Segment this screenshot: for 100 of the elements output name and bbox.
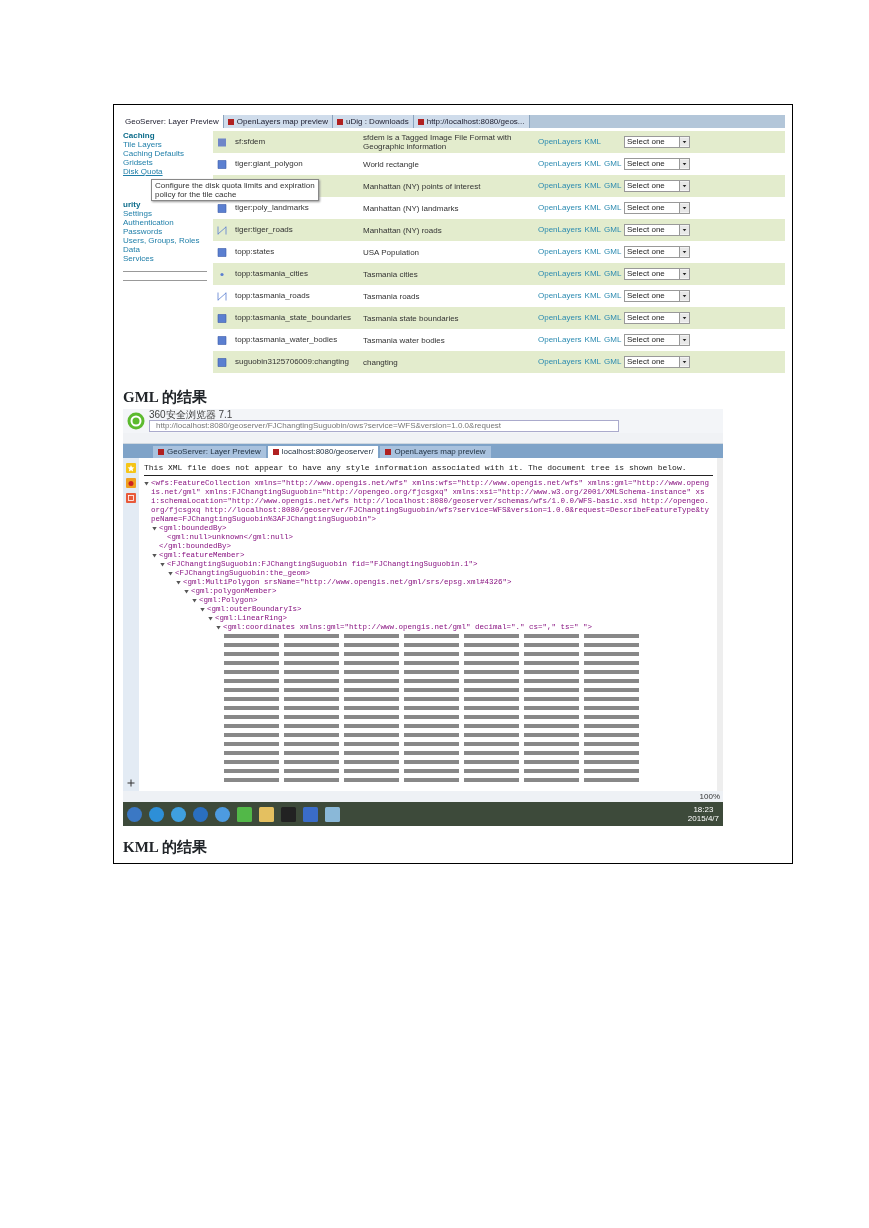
- format-dropdown[interactable]: Select one: [624, 246, 690, 258]
- layer-name: tiger:poly_landmarks: [235, 202, 310, 214]
- preview-link[interactable]: OpenLayers: [538, 136, 582, 148]
- sidebar-link[interactable]: Caching Defaults: [123, 149, 213, 158]
- preview-link[interactable]: OpenLayers: [538, 224, 582, 236]
- layer-name: tiger:tiger_roads: [235, 224, 294, 236]
- layer-name: tiger:giant_polygon: [235, 158, 304, 170]
- dropdown-caret-icon: [679, 357, 689, 367]
- expand-toggle-icon[interactable]: [208, 616, 213, 621]
- preview-link[interactable]: GML: [604, 334, 622, 346]
- preview-link[interactable]: OpenLayers: [538, 246, 582, 258]
- preview-link[interactable]: KML: [584, 202, 602, 214]
- format-dropdown[interactable]: Select one: [624, 334, 690, 346]
- browser-tab[interactable]: http://localhost:8080/geos...: [413, 115, 530, 128]
- expand-toggle-icon[interactable]: [144, 481, 149, 486]
- preview-link[interactable]: KML: [584, 246, 602, 258]
- gift-icon: [126, 493, 136, 503]
- sidebar-link[interactable]: Passwords: [123, 227, 213, 236]
- preview-link[interactable]: KML: [584, 290, 602, 302]
- layer-title: Manhattan (NY) landmarks: [363, 203, 460, 213]
- app-icon[interactable]: [237, 806, 252, 822]
- line-layer-icon: [217, 225, 227, 235]
- preview-link[interactable]: OpenLayers: [538, 202, 582, 214]
- expand-toggle-icon[interactable]: [168, 571, 173, 576]
- preview-link[interactable]: KML: [584, 180, 602, 192]
- start-orb-icon[interactable]: [127, 806, 142, 822]
- sidebar-link[interactable]: Users, Groups, Roles: [123, 236, 213, 245]
- sidebar-link[interactable]: Tile Layers: [123, 140, 213, 149]
- preview-link[interactable]: OpenLayers: [538, 158, 582, 170]
- preview-link[interactable]: KML: [584, 224, 602, 236]
- sidebar-link[interactable]: Disk Quota: [123, 167, 213, 176]
- browser-tab[interactable]: uDig : Downloads: [333, 115, 414, 128]
- line-layer-icon: [217, 291, 227, 301]
- sidebar-link[interactable]: Services: [123, 254, 213, 263]
- zoom-level: 100%: [699, 790, 720, 803]
- preview-link[interactable]: GML: [604, 158, 622, 170]
- preview-link[interactable]: KML: [584, 334, 602, 346]
- expand-toggle-icon[interactable]: [160, 562, 165, 567]
- expand-toggle-icon[interactable]: [192, 598, 197, 603]
- expand-toggle-icon[interactable]: [152, 553, 157, 558]
- clock-date: 2015/4/7: [687, 814, 719, 823]
- dropdown-caret-icon: [679, 313, 689, 323]
- window-title: 360安全浏览器 7.1: [149, 409, 234, 420]
- preview-link[interactable]: KML: [584, 356, 602, 368]
- expand-toggle-icon[interactable]: [184, 589, 189, 594]
- format-dropdown[interactable]: Select one: [624, 290, 690, 302]
- dropdown-caret-icon: [679, 159, 689, 169]
- dropdown-caret-icon: [679, 291, 689, 301]
- app-icon[interactable]: [171, 806, 186, 822]
- layer-title: World rectangle: [363, 159, 420, 169]
- preview-link[interactable]: GML: [604, 290, 622, 302]
- caption: KML 的结果: [123, 838, 208, 856]
- sidebar-link[interactable]: Data: [123, 245, 213, 254]
- browser-tab[interactable]: OpenLayers map preview: [380, 446, 491, 458]
- expand-toggle-icon[interactable]: [200, 607, 205, 612]
- format-dropdown[interactable]: Select one: [624, 136, 690, 148]
- preview-link[interactable]: OpenLayers: [538, 334, 582, 346]
- scrollbar[interactable]: [717, 458, 723, 791]
- sidebar-link[interactable]: Authentication: [123, 218, 213, 227]
- app-icon[interactable]: [149, 806, 164, 822]
- expand-toggle-icon[interactable]: [176, 580, 181, 585]
- preview-link[interactable]: KML: [584, 268, 602, 280]
- format-dropdown[interactable]: Select one: [624, 202, 690, 214]
- preview-link[interactable]: OpenLayers: [538, 312, 582, 324]
- address-field[interactable]: http://localhost:8080/geoserver/FJChangtingSuguobin/ows?service=WFS&version=1.0.0&request: [149, 420, 619, 432]
- preview-link[interactable]: GML: [604, 312, 622, 324]
- format-dropdown[interactable]: Select one: [624, 268, 690, 280]
- eye-icon: [126, 478, 136, 488]
- preview-link[interactable]: OpenLayers: [538, 180, 582, 192]
- section-heading: urity: [123, 200, 142, 209]
- preview-link[interactable]: GML: [604, 180, 622, 192]
- preview-link[interactable]: GML: [604, 224, 622, 236]
- preview-link[interactable]: GML: [604, 268, 622, 280]
- browser-tab[interactable]: OpenLayers map preview: [223, 115, 333, 128]
- layer-name: sf:sfdem: [235, 136, 267, 148]
- preview-link[interactable]: GML: [604, 356, 622, 368]
- browser-tab[interactable]: GeoServer: Layer Preview: [153, 446, 266, 458]
- preview-link[interactable]: KML: [584, 158, 602, 170]
- preview-link[interactable]: KML: [584, 136, 602, 148]
- sidebar-link[interactable]: Settings: [123, 209, 213, 218]
- browser-tab[interactable]: localhost:8080/geoserver/: [267, 446, 379, 458]
- format-dropdown[interactable]: Select one: [624, 180, 690, 192]
- expand-toggle-icon[interactable]: [216, 625, 221, 630]
- preview-link[interactable]: OpenLayers: [538, 356, 582, 368]
- preview-link[interactable]: KML: [584, 312, 602, 324]
- preview-link[interactable]: GML: [604, 202, 622, 214]
- expand-toggle-icon[interactable]: [152, 526, 157, 531]
- preview-link[interactable]: OpenLayers: [538, 290, 582, 302]
- format-dropdown[interactable]: Select one: [624, 158, 690, 170]
- sidebar-link[interactable]: Gridsets: [123, 158, 213, 167]
- format-dropdown[interactable]: Select one: [624, 356, 690, 368]
- format-dropdown[interactable]: Select one: [624, 224, 690, 236]
- layer-name: topp:tasmania_cities: [235, 268, 309, 280]
- format-dropdown[interactable]: Select one: [624, 312, 690, 324]
- app-icon[interactable]: [215, 806, 230, 822]
- preview-link[interactable]: GML: [604, 246, 622, 258]
- layer-name: suguobin3125706009:changting: [235, 356, 350, 368]
- caption: GML 的结果: [123, 388, 208, 406]
- preview-link[interactable]: OpenLayers: [538, 268, 582, 280]
- browser-tab[interactable]: GeoServer: Layer Preview: [121, 115, 224, 128]
